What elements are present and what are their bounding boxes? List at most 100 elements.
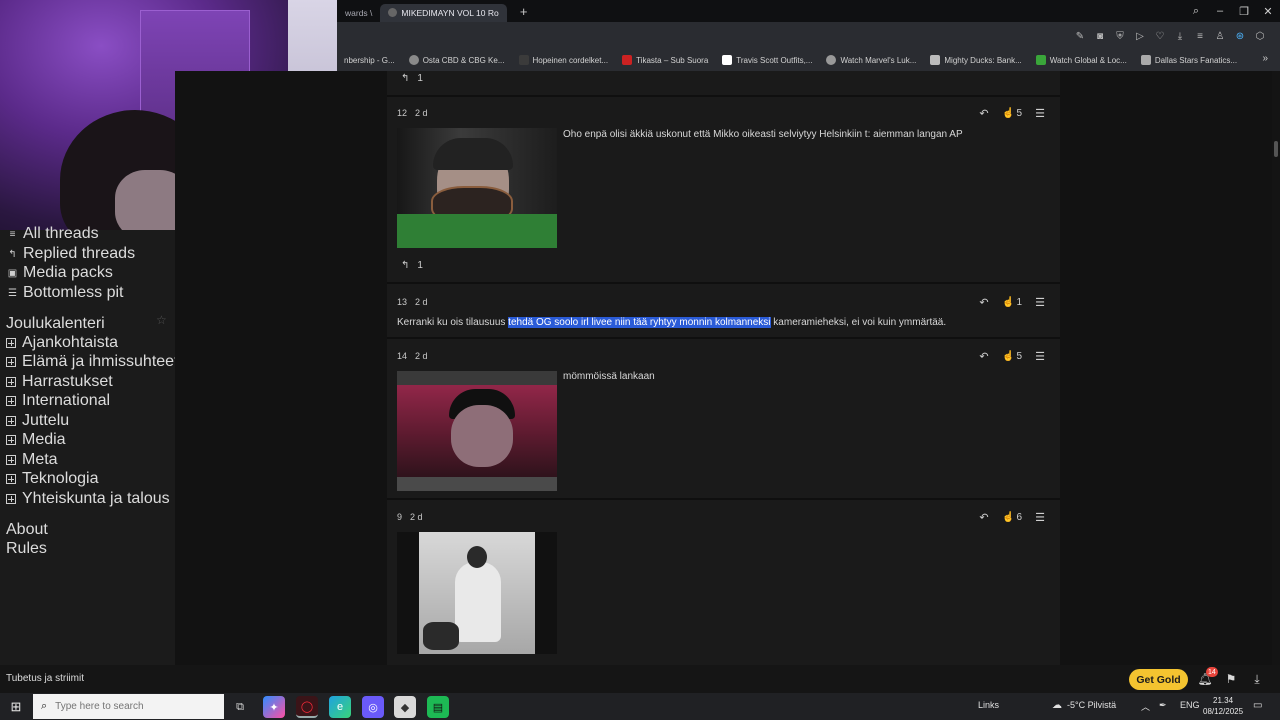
scrollbar-thumb[interactable] [1274, 141, 1278, 157]
bookmarks-more-icon[interactable]: » [1262, 53, 1268, 64]
restore-button[interactable]: ❐ [1232, 0, 1256, 22]
new-tab-button[interactable]: + [515, 2, 533, 20]
sidebar-category[interactable]: Meta [6, 451, 58, 469]
sidebar-link-rules[interactable]: Rules [6, 540, 47, 558]
post-image[interactable] [397, 371, 557, 491]
sidebar-item-media-packs[interactable]: ▣ Media packs [6, 264, 113, 282]
post-image[interactable] [397, 128, 557, 248]
sidebar-category[interactable]: Media [6, 431, 66, 449]
messenger-icon[interactable]: ◎ [362, 696, 384, 718]
sidebar-category[interactable]: Elämä ja ihmissuhteet [6, 353, 179, 371]
heart-icon[interactable]: ♡ [1150, 27, 1170, 45]
sidebar-item-label: Replied threads [23, 245, 136, 262]
edge-browser-icon[interactable]: e [329, 696, 351, 718]
sidebar-item-bottomless-pit[interactable]: ☰ Bottomless pit [6, 284, 123, 302]
sidebar-item-label: Harrastukset [22, 373, 113, 390]
post-separator [387, 337, 1060, 339]
close-button[interactable]: ✕ [1256, 0, 1280, 22]
bookmark-item[interactable]: Tikasta – Sub Suora [615, 55, 715, 65]
get-gold-button[interactable]: Get Gold [1129, 669, 1188, 690]
sidebar-category[interactable]: Juttelu [6, 412, 69, 430]
sidebar-link-about[interactable]: About [6, 521, 48, 539]
upvote-button[interactable]: ☝ 1 [998, 297, 1026, 308]
tab-active[interactable]: MIKEDIMAYN VOL 10 Ro [380, 3, 507, 22]
shield-icon[interactable]: ⛨ [1110, 27, 1130, 45]
sidebar-item-replied-threads[interactable]: ↰ Replied threads [6, 245, 135, 263]
weather-text[interactable]: -5°C Pilvistä [1067, 700, 1116, 710]
upvote-button[interactable]: ☝ 5 [998, 351, 1026, 362]
replies-button[interactable]: ↰ 1 [401, 260, 423, 271]
copilot-icon[interactable]: ✦ [263, 696, 285, 718]
notification-badge: 14 [1206, 667, 1218, 677]
reply-icon: ↰ [8, 248, 17, 260]
bookmark-item[interactable]: Osta CBD & CBG Ke... [402, 55, 512, 65]
sidebar-category[interactable]: Teknologia [6, 470, 99, 488]
download-icon[interactable]: ⤓ [1170, 27, 1190, 45]
play-icon[interactable]: ▷ [1130, 27, 1150, 45]
user-icon[interactable]: ♙ [1210, 27, 1230, 45]
selected-text: tehdä OG soolo irl livee niin tää ryhtyy… [508, 317, 771, 328]
tab-label: wards \ [345, 7, 373, 18]
post-menu-icon[interactable]: ☰ [1030, 509, 1050, 525]
bookmark-icon[interactable]: ⚑ [1222, 670, 1240, 688]
sidebar-category[interactable]: Harrastukset [6, 373, 113, 391]
extension-icon[interactable]: ⊛ [1230, 27, 1250, 45]
page-scrollbar[interactable] [1272, 71, 1280, 665]
reply-icon[interactable]: ↶ [974, 294, 994, 310]
bookmark-item[interactable]: Dallas Stars Fanatics... [1134, 55, 1244, 65]
bookmark-label: Watch Marvel's Luk... [840, 55, 917, 65]
taskbar-search-input[interactable] [55, 701, 206, 712]
tab-previous[interactable]: wards \ [337, 4, 380, 22]
sidebar-category[interactable]: Ajankohtaista [6, 334, 118, 352]
sidebar-item-all-threads[interactable]: ≡ All threads [6, 225, 99, 243]
reply-icon[interactable]: ↶ [974, 348, 994, 364]
search-icon: ⌕ [41, 700, 48, 712]
menu-icon[interactable]: ≡ [1190, 27, 1210, 45]
download-icon[interactable]: ⤓ [1248, 670, 1266, 688]
vote-count: 1 [1016, 296, 1022, 308]
sidebar-item-label: Bottomless pit [23, 284, 124, 301]
search-tabs-icon[interactable]: ⌕ [1184, 0, 1208, 22]
edit-icon[interactable]: ✎ [1070, 27, 1090, 45]
reply-icon[interactable]: ↶ [974, 105, 994, 121]
taskbar-clock[interactable]: 21.34 08/12/2025 [1203, 695, 1243, 717]
sidebar-item-joulukalenteri[interactable]: Joulukalenteri [6, 315, 105, 333]
upvote-button[interactable]: ☝ 5 [998, 108, 1026, 119]
language-indicator[interactable]: ENG [1180, 700, 1200, 710]
bookmark-item[interactable]: Travis Scott Outfits,... [715, 55, 819, 65]
tab-favicon-icon [388, 8, 398, 17]
clock-time: 21.34 [1213, 696, 1234, 705]
replies-button[interactable]: ↰ 1 [401, 73, 423, 84]
post-menu-icon[interactable]: ☰ [1030, 294, 1050, 310]
bookmark-item[interactable]: nbership - G... [337, 56, 402, 65]
bookmark-item[interactable]: Watch Global & Loc... [1029, 55, 1134, 65]
bookmark-item[interactable]: Hopeinen cordelket... [512, 55, 616, 65]
task-view-icon[interactable]: ⧉ [229, 696, 251, 718]
wallet-icon[interactable]: ⬡ [1250, 27, 1270, 45]
bookmark-item[interactable]: Watch Marvel's Luk... [819, 55, 923, 65]
taskbar-search[interactable]: ⌕ [33, 694, 224, 719]
windows-start-icon[interactable]: ⊞ [6, 697, 26, 717]
reply-arrow-icon: ↰ [401, 260, 410, 271]
opera-browser-icon[interactable]: ◯ [296, 696, 318, 718]
pen-icon[interactable]: ✒ [1159, 700, 1167, 711]
sidebar-category[interactable]: Yhteiskunta ja talous [6, 490, 170, 508]
upvote-button[interactable]: ☝ 6 [998, 512, 1026, 523]
minimize-button[interactable]: – [1208, 0, 1232, 22]
post-text-part: Kerranki ku ois tilausuus [397, 317, 509, 328]
favorite-star-icon[interactable]: ☆ [156, 313, 167, 327]
post-image[interactable] [397, 532, 557, 654]
reply-icon[interactable]: ↶ [974, 509, 994, 525]
bookmark-label: Dallas Stars Fanatics... [1154, 55, 1238, 65]
app-icon[interactable]: ◆ [394, 696, 416, 718]
sidebar-category[interactable]: International [6, 392, 110, 410]
camera-icon[interactable]: ◙ [1090, 27, 1110, 45]
links-toolbar[interactable]: Links [978, 700, 999, 710]
post-menu-icon[interactable]: ☰ [1030, 348, 1050, 364]
bookmark-item[interactable]: Mighty Ducks: Bank... [923, 55, 1028, 65]
post-menu-icon[interactable]: ☰ [1030, 105, 1050, 121]
notification-center-icon[interactable]: ▭ [1253, 700, 1262, 711]
current-board-label[interactable]: Tubetus ja striimit [6, 673, 84, 684]
green-app-icon[interactable]: ▤ [427, 696, 449, 718]
tray-chevron-icon[interactable]: ︿ [1141, 700, 1150, 713]
